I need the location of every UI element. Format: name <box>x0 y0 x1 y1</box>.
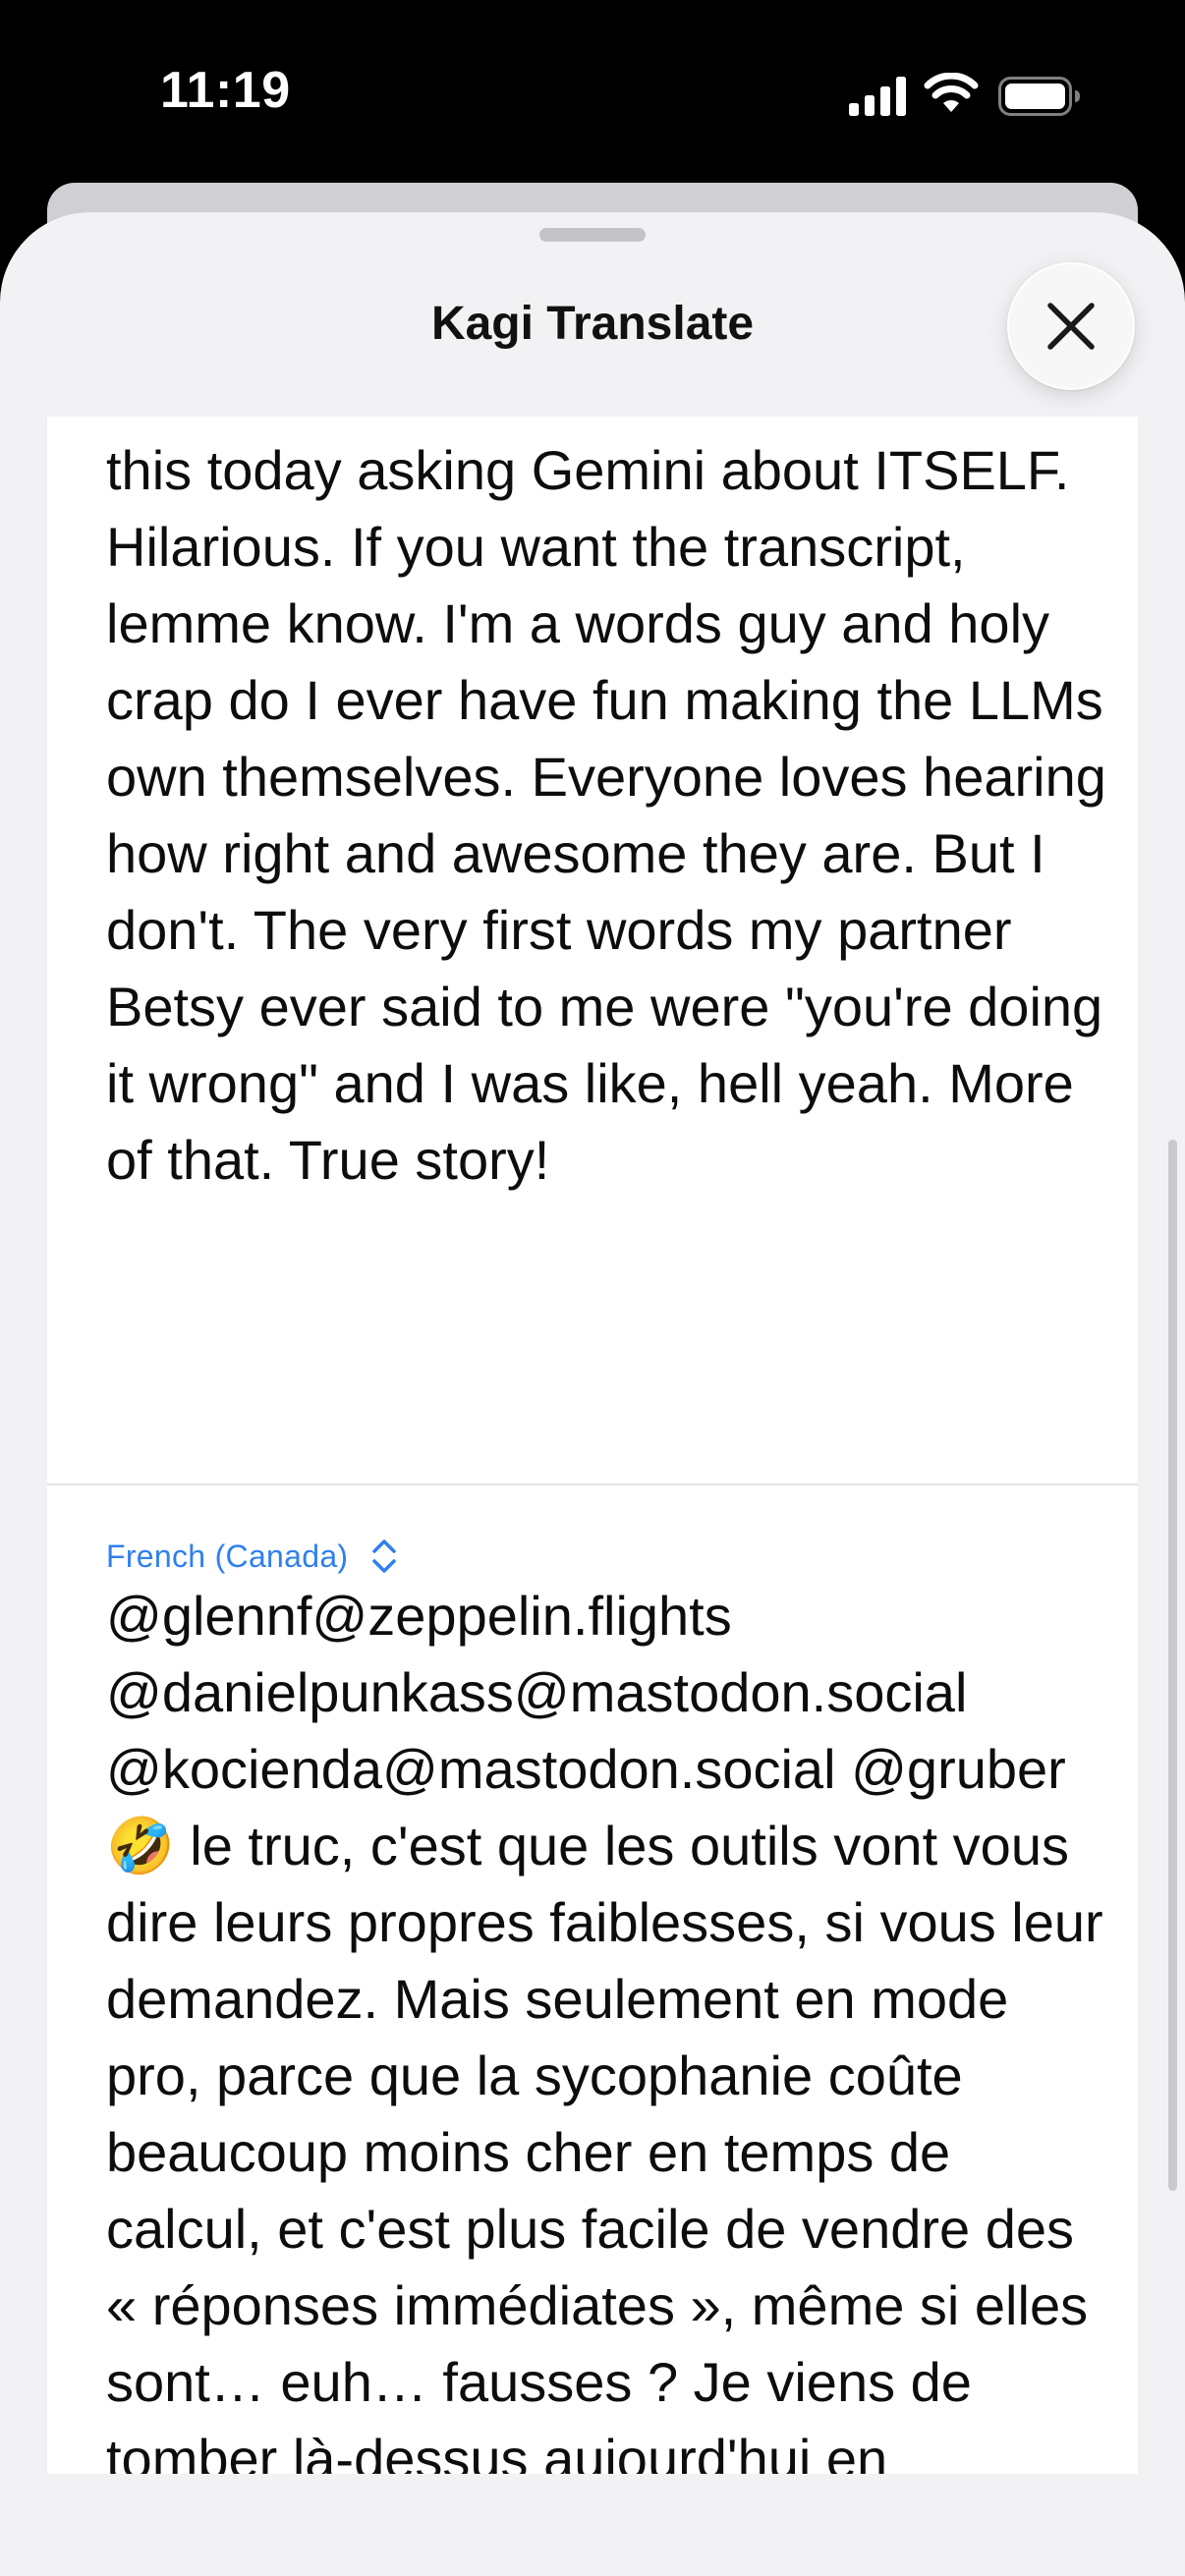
close-icon <box>1047 303 1095 350</box>
translated-text: @glennf@zeppelin.flights @danielpunkass@… <box>106 1585 1103 2474</box>
wifi-icon <box>924 73 979 112</box>
source-text: this today asking Gemini about ITSELF. H… <box>106 439 1122 1191</box>
translation-section: French (Canada) @glennf@zeppelin.flights… <box>47 1485 1138 2475</box>
target-language-selector[interactable]: French (Canada) <box>106 1535 399 1578</box>
source-text-section: this today asking Gemini about ITSELF. H… <box>47 417 1138 1389</box>
translation-card: this today asking Gemini about ITSELF. H… <box>47 417 1138 2474</box>
cellular-signal-icon <box>849 77 906 116</box>
scroll-indicator[interactable] <box>1168 1140 1177 2191</box>
status-time: 11:19 <box>160 62 291 119</box>
close-button[interactable] <box>1007 262 1135 390</box>
battery-icon <box>998 77 1080 116</box>
status-bar: 11:19 <box>0 0 1185 187</box>
translate-sheet: Kagi Translate this today asking Gemini … <box>0 212 1185 2576</box>
target-language-label: French (Canada) <box>106 1538 349 1574</box>
chevron-updown-icon <box>372 1540 397 1573</box>
sheet-grabber[interactable] <box>539 228 646 242</box>
